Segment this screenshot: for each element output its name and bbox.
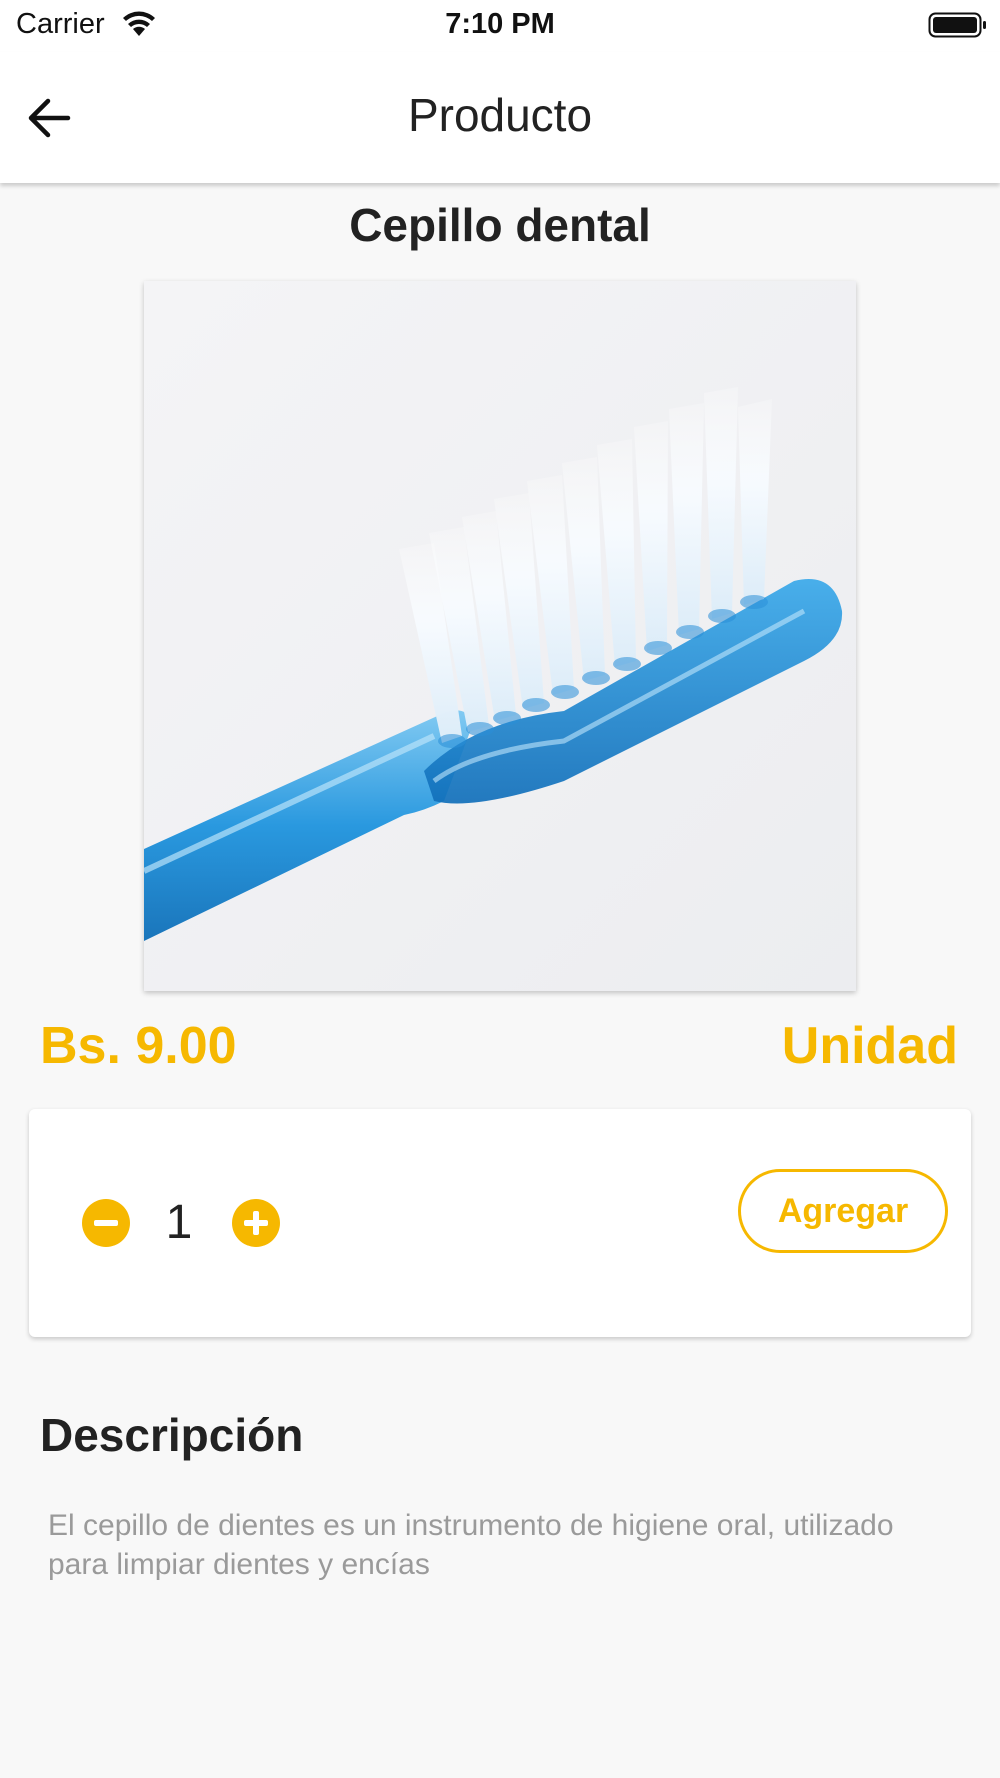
decrement-button[interactable]: [82, 1199, 130, 1247]
add-to-cart-button[interactable]: Agregar: [738, 1169, 948, 1253]
description-heading: Descripción: [40, 1409, 304, 1461]
product-price: Bs. 9.00: [40, 1017, 237, 1075]
product-name: Cepillo dental: [349, 199, 651, 251]
quantity-card: 1 Agregar: [29, 1109, 971, 1337]
description-text: El cepillo de dientes es un instrumento …: [48, 1509, 894, 1581]
quantity-value: 1: [165, 1196, 193, 1249]
minus-circle-icon: [94, 1220, 118, 1226]
toothbrush-image: [144, 281, 856, 991]
product-unit: Unidad: [781, 1017, 958, 1075]
nav-bar: Producto: [0, 52, 1000, 183]
product-image: [144, 281, 856, 991]
status-time: 7:10 PM: [445, 8, 555, 40]
battery-icon: [928, 12, 986, 38]
increment-button[interactable]: [232, 1199, 280, 1247]
page-title: Producto: [407, 89, 593, 141]
status-bar: Carrier 7:10 PM: [0, 0, 1000, 52]
